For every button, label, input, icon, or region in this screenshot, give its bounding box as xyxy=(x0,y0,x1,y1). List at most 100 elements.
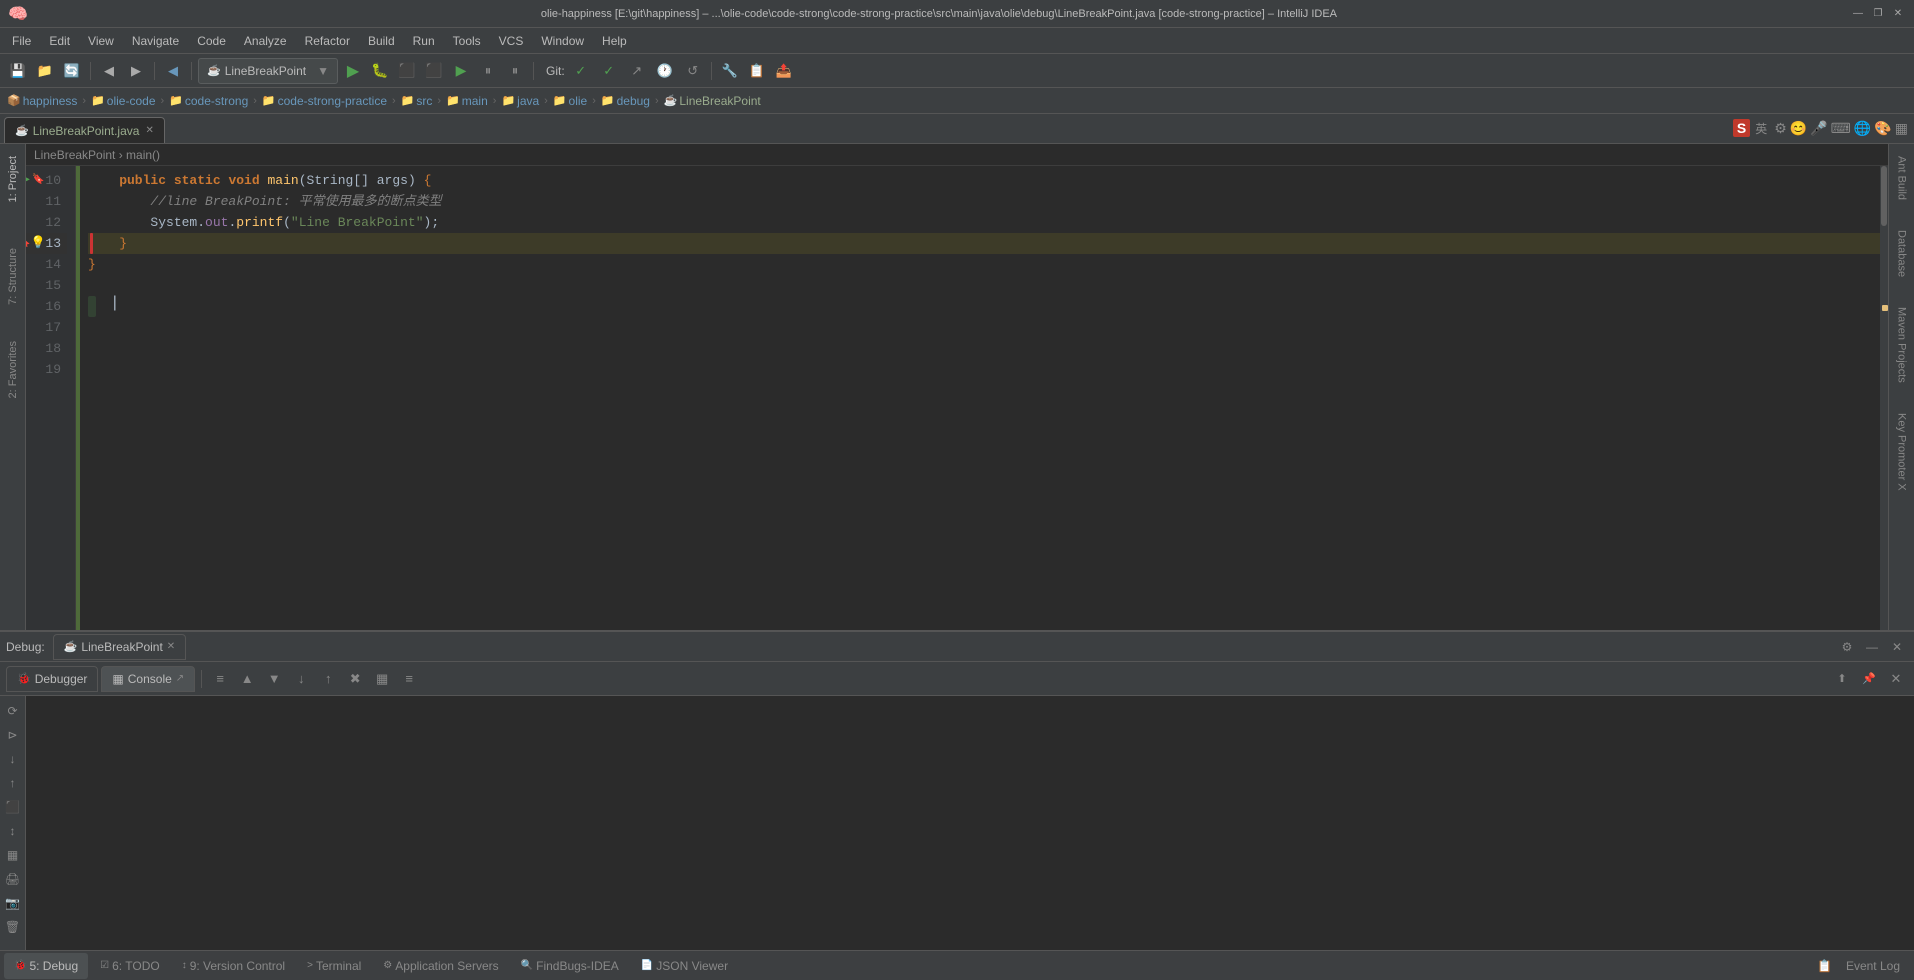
menu-code[interactable]: Code xyxy=(189,32,234,50)
stop-all-button[interactable]: ⬛ xyxy=(422,59,446,83)
git-rollback-button[interactable]: ↺ xyxy=(681,59,705,83)
run-config-dropdown[interactable]: ☕ LineBreakPoint ▼ xyxy=(198,58,338,84)
debug-step-over-btn[interactable]: ⊳ xyxy=(2,724,24,746)
scrollbar[interactable] xyxy=(1880,166,1888,630)
breadcrumb-src[interactable]: 📁src xyxy=(398,93,436,109)
menu-view[interactable]: View xyxy=(80,32,122,50)
debug-session-close[interactable]: ✕ xyxy=(167,641,175,652)
breadcrumb-code-strong[interactable]: 📁code-strong xyxy=(166,93,251,109)
sidebar-favorites-tab[interactable]: 2: Favorites xyxy=(5,333,21,406)
menu-navigate[interactable]: Navigate xyxy=(124,32,187,50)
breadcrumb-main[interactable]: 📁main xyxy=(443,93,491,109)
menu-run[interactable]: Run xyxy=(405,32,443,50)
right-tab-ant-build[interactable]: Ant Build xyxy=(1894,148,1910,208)
dtb-pin-btn[interactable]: 📌 xyxy=(1857,667,1881,691)
save-button[interactable]: 💾 xyxy=(6,59,30,83)
status-tab-event-log[interactable]: Event Log xyxy=(1836,953,1910,979)
ime-emoji[interactable]: 😊 xyxy=(1790,120,1807,137)
git-check-button[interactable]: ✓ xyxy=(569,59,593,83)
ime-en-label[interactable]: 英 xyxy=(1755,120,1767,137)
breadcrumb-happiness[interactable]: 📦happiness xyxy=(4,93,80,109)
share-button[interactable]: 📤 xyxy=(772,59,796,83)
pause-button[interactable]: ⏸ xyxy=(476,59,500,83)
ime-keyboard[interactable]: ⌨ xyxy=(1831,120,1851,137)
debug-stop-btn[interactable]: ⬛ xyxy=(2,796,24,818)
code-container[interactable]: ▶ 🔖 10 11 12 🔖 💡 13 14 15 16 17 18 xyxy=(26,166,1888,630)
ime-translate[interactable]: 🌐 xyxy=(1854,120,1871,137)
breadcrumb-olie[interactable]: 📁olie xyxy=(550,93,590,109)
scrollbar-thumb[interactable] xyxy=(1881,166,1887,226)
back-button[interactable]: ◀ xyxy=(97,59,121,83)
right-tab-key-promoter[interactable]: Key Promoter X xyxy=(1894,405,1910,499)
breadcrumb-olie-code[interactable]: 📁olie-code xyxy=(88,93,158,109)
debug-button[interactable]: 🐛 xyxy=(368,59,392,83)
menu-file[interactable]: File xyxy=(4,32,39,50)
ime-grid[interactable]: ▦ xyxy=(1895,120,1908,137)
status-tab-json[interactable]: 📄 JSON Viewer xyxy=(631,953,738,979)
dtb-frames-btn[interactable]: ≡ xyxy=(208,667,232,691)
navigate-back-button[interactable]: ◀ xyxy=(161,59,185,83)
status-tab-vcs[interactable]: ↕ 9: Version Control xyxy=(172,953,295,979)
ime-skin[interactable]: 🎨 xyxy=(1874,120,1891,137)
debug-delete-btn[interactable]: 🗑 xyxy=(2,916,24,938)
breadcrumb-code-strong-practice[interactable]: 📁code-strong-practice xyxy=(259,93,390,109)
right-tab-database[interactable]: Database xyxy=(1894,222,1910,285)
debug-session-tab[interactable]: ☕ LineBreakPoint ✕ xyxy=(53,634,186,660)
pause2-button[interactable]: ⏸ xyxy=(503,59,527,83)
menu-window[interactable]: Window xyxy=(533,32,592,50)
status-tab-debug[interactable]: 🐞 5: Debug xyxy=(4,953,88,979)
debug-step-btn[interactable]: ↓ xyxy=(2,748,24,770)
dtb-grid-btn[interactable]: ▦ xyxy=(370,667,394,691)
breadcrumb-debug[interactable]: 📁debug xyxy=(598,93,653,109)
minimize-button[interactable]: — xyxy=(1850,6,1866,22)
sidebar-structure-tab[interactable]: 7: Structure xyxy=(5,240,21,313)
status-tab-terminal[interactable]: > Terminal xyxy=(297,953,371,979)
debug-mute-btn[interactable]: ↕ xyxy=(2,820,24,842)
menu-edit[interactable]: Edit xyxy=(41,32,78,50)
debug-main-area[interactable] xyxy=(26,696,1914,950)
menu-help[interactable]: Help xyxy=(594,32,635,50)
menu-tools[interactable]: Tools xyxy=(445,32,489,50)
git-tick-button[interactable]: ✓ xyxy=(597,59,621,83)
dtb-down2-btn[interactable]: ↓ xyxy=(289,667,313,691)
breadcrumb-linebreakpoint[interactable]: ☕LineBreakPoint xyxy=(661,93,764,109)
status-tab-findbugs[interactable]: 🔍 FindBugs-IDEA xyxy=(511,953,629,979)
breadcrumb-java[interactable]: 📁java xyxy=(498,93,542,109)
debug-view-btn[interactable]: ▦ xyxy=(2,844,24,866)
debug-resume-btn[interactable]: ⟳ xyxy=(2,700,24,722)
sidebar-project-tab[interactable]: 1: Project xyxy=(5,148,21,210)
dtb-up-btn[interactable]: ▲ xyxy=(235,667,259,691)
status-tab-app-servers[interactable]: ⚙ Application Servers xyxy=(373,953,508,979)
stop-button[interactable]: ⬛ xyxy=(395,59,419,83)
close-button[interactable]: ✕ xyxy=(1890,6,1906,22)
menu-analyze[interactable]: Analyze xyxy=(236,32,295,50)
code-content[interactable]: public static void main(String[] args) {… xyxy=(80,166,1880,630)
dtb-up2-btn[interactable]: ↑ xyxy=(316,667,340,691)
status-tab-todo[interactable]: ☑ 6: TODO xyxy=(90,953,170,979)
dtb-restore-btn[interactable]: ⬆ xyxy=(1830,667,1854,691)
file-tab-linebreakpoint[interactable]: ☕ LineBreakPoint.java ✕ xyxy=(4,117,165,143)
menu-build[interactable]: Build xyxy=(360,32,403,50)
open-button[interactable]: 📁 xyxy=(33,59,57,83)
debug-close-btn[interactable]: — xyxy=(1861,636,1883,658)
file-tab-close[interactable]: ✕ xyxy=(145,125,153,136)
dtb-down-btn[interactable]: ▼ xyxy=(262,667,286,691)
debug-step-out-btn[interactable]: ↑ xyxy=(2,772,24,794)
hint-13[interactable]: 💡 xyxy=(30,233,45,254)
sync-button[interactable]: 🔄 xyxy=(60,59,84,83)
ime-icon[interactable]: S xyxy=(1733,119,1750,137)
debugger-tab[interactable]: 🐞 Debugger xyxy=(6,666,98,692)
menu-refactor[interactable]: Refactor xyxy=(297,32,358,50)
dtb-close2-btn[interactable]: ✕ xyxy=(1884,667,1908,691)
forward-button[interactable]: ▶ xyxy=(124,59,148,83)
dtb-cross-btn[interactable]: ✖ xyxy=(343,667,367,691)
debug-settings-btn[interactable]: ⚙ xyxy=(1836,636,1858,658)
vcs-button[interactable]: 📋 xyxy=(745,59,769,83)
right-tab-maven[interactable]: Maven Projects xyxy=(1894,299,1910,391)
debug-settings2-btn[interactable]: 🖨 xyxy=(2,868,24,890)
coverage-button[interactable]: ▶ xyxy=(449,59,473,83)
run-line-10[interactable]: ▶ xyxy=(26,170,30,191)
git-history-button[interactable]: 🕐 xyxy=(653,59,677,83)
console-tab[interactable]: ▦ Console ↗ xyxy=(101,666,195,692)
menu-vcs[interactable]: VCS xyxy=(491,32,532,50)
